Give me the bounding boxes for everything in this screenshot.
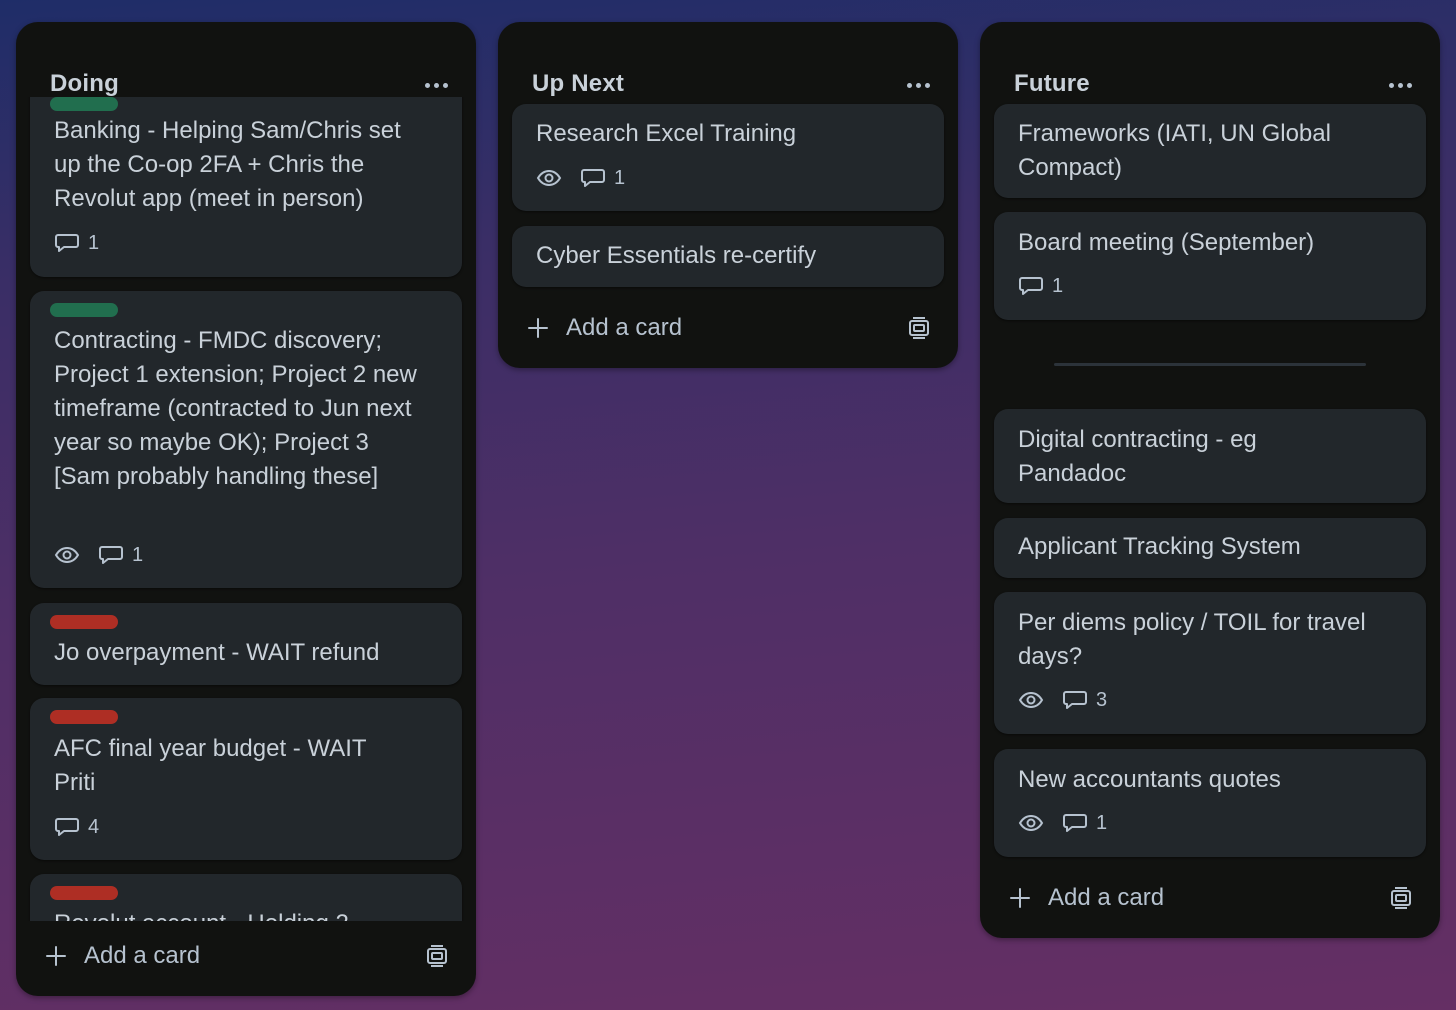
card-label-green[interactable] xyxy=(50,303,118,317)
card[interactable]: Frameworks (IATI, UN Global Compact) xyxy=(994,104,1426,198)
card-title: New accountants quotes xyxy=(1018,766,1281,793)
comment-badge: 3 xyxy=(1062,689,1107,712)
comment-icon xyxy=(55,818,79,836)
card[interactable]: Applicant Tracking System xyxy=(994,518,1426,578)
card[interactable]: Research Excel Training 1 xyxy=(512,104,944,211)
comment-icon xyxy=(1063,814,1087,832)
add-card-button[interactable]: Add a card xyxy=(994,874,1426,922)
comment-count: 1 xyxy=(132,543,144,566)
card-title: Contracting - FMDC discovery; Project 1 … xyxy=(54,327,417,490)
comment-count: 1 xyxy=(1052,274,1064,297)
card[interactable]: Banking - Helping Sam/Chris set up the C… xyxy=(30,97,462,277)
card-title: AFC final year budget - WAIT Priti xyxy=(54,735,367,796)
list-title[interactable]: Doing xyxy=(50,70,119,98)
add-card-label: Add a card xyxy=(1048,884,1165,911)
comment-count: 1 xyxy=(1096,811,1108,834)
eye-icon xyxy=(1018,691,1044,709)
add-card-button[interactable]: Add a card xyxy=(512,304,944,352)
comment-badge: 1 xyxy=(54,232,99,255)
card-badges: 1 xyxy=(1018,272,1063,300)
watch-badge xyxy=(1018,813,1044,833)
comment-count: 3 xyxy=(1096,688,1108,711)
list-future: Future Frameworks (IATI, UN Global Compa… xyxy=(980,22,1440,938)
watch-badge xyxy=(54,545,80,565)
card-title: Research Excel Training xyxy=(536,120,797,147)
card-title: Digital contracting - eg Pandadoc xyxy=(1018,426,1257,487)
list-title[interactable]: Up Next xyxy=(532,70,624,98)
card[interactable]: Contracting - FMDC discovery; Project 1 … xyxy=(30,291,462,588)
list-menu-icon[interactable] xyxy=(418,72,454,98)
list-header: Up Next xyxy=(498,22,958,104)
comment-badge: 1 xyxy=(1062,812,1107,835)
watch-badge xyxy=(536,168,562,188)
card-title: Cyber Essentials re-certify xyxy=(536,242,817,269)
card-badges: 3 xyxy=(1018,686,1107,714)
comment-icon xyxy=(1063,691,1087,709)
comment-badge: 1 xyxy=(98,544,143,567)
plus-icon xyxy=(528,318,548,338)
comment-icon xyxy=(1019,277,1043,295)
card-label-red[interactable] xyxy=(50,615,118,629)
create-from-template-icon[interactable] xyxy=(908,317,930,339)
card[interactable]: Cyber Essentials re-certify xyxy=(512,226,944,287)
plus-icon xyxy=(1010,888,1030,908)
cards-container[interactable]: Banking - Helping Sam/Chris set up the C… xyxy=(16,97,476,921)
card-badges: 1 xyxy=(54,541,143,569)
comment-badge: 1 xyxy=(1018,275,1063,298)
eye-icon xyxy=(536,169,562,187)
card-badges: 1 xyxy=(54,229,99,257)
card-title: Applicant Tracking System xyxy=(1018,533,1301,560)
card[interactable]: Board meeting (September) 1 xyxy=(994,212,1426,320)
eye-icon xyxy=(54,546,80,564)
card-title: Per diems policy / TOIL for travel days? xyxy=(1018,609,1366,670)
list-title[interactable]: Future xyxy=(1014,70,1090,98)
card-label-red[interactable] xyxy=(50,710,118,724)
add-card-label: Add a card xyxy=(84,942,201,969)
card-badges: 1 xyxy=(1018,809,1107,837)
add-card-label: Add a card xyxy=(566,314,683,341)
list-header: Doing xyxy=(16,22,476,104)
card[interactable]: New accountants quotes 1 xyxy=(994,749,1426,857)
card-title: Jo overpayment - WAIT refund xyxy=(54,639,380,666)
card-label-green[interactable] xyxy=(50,97,118,111)
comment-icon xyxy=(581,169,605,187)
card-title: Board meeting (September) xyxy=(1018,229,1315,256)
card[interactable]: Per diems policy / TOIL for travel days?… xyxy=(994,592,1426,734)
card[interactable]: Digital contracting - eg Pandadoc xyxy=(994,409,1426,503)
eye-icon xyxy=(1018,814,1044,832)
list-header: Future xyxy=(980,22,1440,104)
comment-count: 4 xyxy=(88,815,100,838)
create-from-template-icon[interactable] xyxy=(426,945,448,967)
plus-icon xyxy=(46,946,66,966)
watch-badge xyxy=(1018,690,1044,710)
card-title: Revolut account - Holding 2 xyxy=(54,907,438,921)
comment-badge: 4 xyxy=(54,816,99,839)
card[interactable]: Jo overpayment - WAIT refund xyxy=(30,603,462,685)
card-badges: 1 xyxy=(536,164,625,192)
card-badges: 4 xyxy=(54,813,99,841)
comment-icon xyxy=(55,234,79,252)
card-label-red[interactable] xyxy=(50,886,118,900)
card-title: Frameworks (IATI, UN Global Compact) xyxy=(1018,120,1331,181)
list-up-next: Up Next Research Excel Training 1 Cyber … xyxy=(498,22,958,368)
card[interactable]: AFC final year budget - WAIT Priti 4 xyxy=(30,698,462,860)
comment-icon xyxy=(99,546,123,564)
card-separator xyxy=(1054,363,1366,366)
create-from-template-icon[interactable] xyxy=(1390,887,1412,909)
list-menu-icon[interactable] xyxy=(900,72,936,98)
list-menu-icon[interactable] xyxy=(1382,72,1418,98)
card-title: Banking - Helping Sam/Chris set up the C… xyxy=(54,117,401,212)
comment-count: 1 xyxy=(88,231,100,254)
card[interactable]: Revolut account - Holding 2 xyxy=(30,874,462,921)
list-doing: Doing Banking - Helping Sam/Chris set up… xyxy=(16,22,476,996)
comment-badge: 1 xyxy=(580,167,625,190)
add-card-button[interactable]: Add a card xyxy=(30,932,462,980)
comment-count: 1 xyxy=(614,166,626,189)
